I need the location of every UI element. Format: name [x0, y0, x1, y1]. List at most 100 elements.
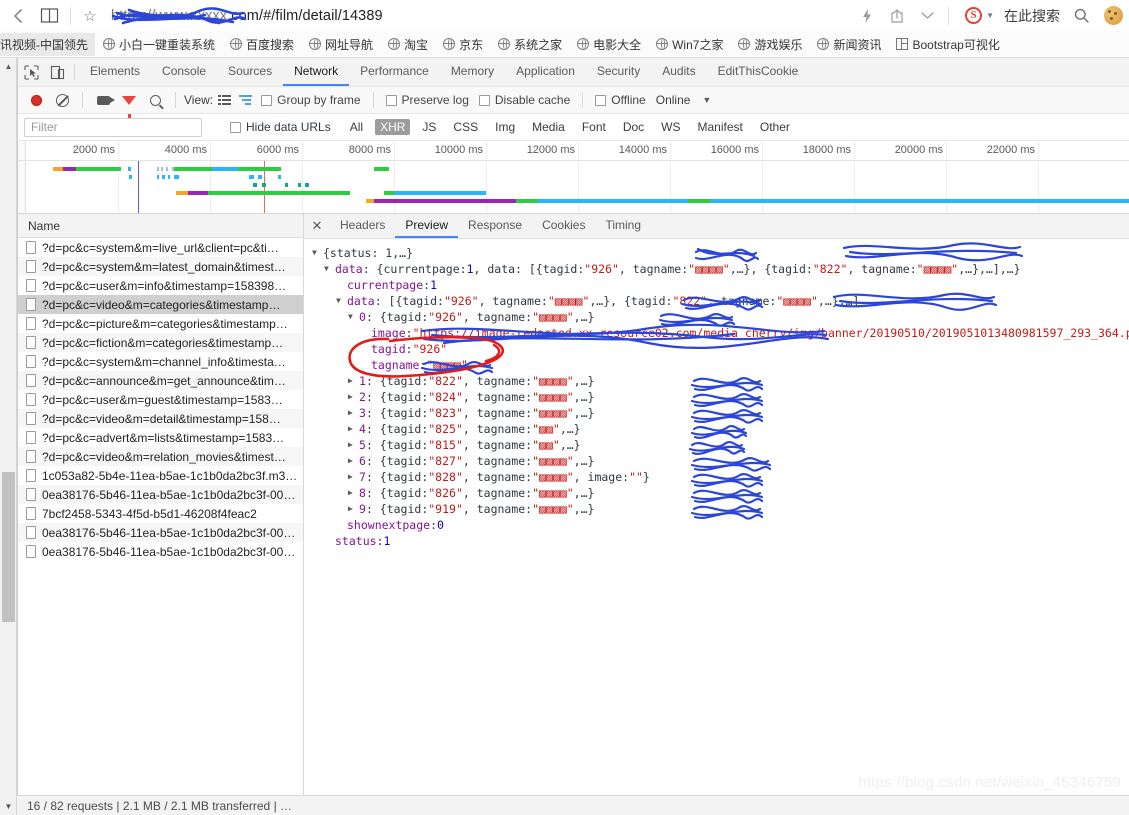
devtools-tab-elements[interactable]: Elements	[79, 58, 151, 86]
request-row[interactable]: ?d=pc&c=announce&m=get_announce&tim…	[18, 371, 303, 390]
search-icon[interactable]	[1064, 8, 1098, 23]
detail-tab-timing[interactable]: Timing	[595, 214, 651, 238]
devtools-tab-network[interactable]: Network	[283, 58, 350, 86]
json-line[interactable]: data: [{tagid: "926", tagname: "▨▨▨▨",…}…	[312, 293, 1129, 309]
json-line[interactable]: image: "https://image-redacted.xx-resour…	[312, 325, 1129, 341]
devtools-tab-application[interactable]: Application	[505, 58, 586, 86]
json-line[interactable]: {status: 1,…}	[312, 245, 1129, 261]
json-disclosure-triangle[interactable]	[348, 469, 359, 485]
checkbox[interactable]	[478, 94, 490, 106]
checkbox[interactable]	[595, 94, 607, 106]
json-line[interactable]: shownextpage: 0	[312, 517, 1129, 533]
waterfall-view-icon[interactable]	[236, 92, 255, 109]
preview-json-viewer[interactable]: {status: 1,…}data: {currentpage: 1, data…	[304, 239, 1129, 815]
json-disclosure-triangle[interactable]	[348, 485, 359, 501]
request-row[interactable]: ?d=pc&c=system&m=channel_info&timesta…	[18, 352, 303, 371]
request-row[interactable]: ?d=pc&c=system&m=latest_domain&timest…	[18, 257, 303, 276]
request-row[interactable]: ?d=pc&c=video&m=relation_movies&timest…	[18, 447, 303, 466]
group-by-frame-checkbox[interactable]: Group by frame	[257, 93, 364, 107]
cookie-icon[interactable]	[1104, 6, 1123, 25]
json-disclosure-triangle[interactable]	[348, 373, 359, 389]
back-arrow-icon[interactable]	[4, 3, 34, 29]
json-line[interactable]: 7: {tagid: "828", tagname: "▨▨▨▨", image…	[312, 469, 1129, 485]
preserve-log-checkbox[interactable]: Preserve log	[382, 93, 473, 107]
detail-tab-preview[interactable]: Preview	[395, 214, 459, 238]
json-disclosure-triangle[interactable]	[348, 309, 359, 325]
json-disclosure-triangle[interactable]	[348, 389, 359, 405]
filter-type-ws[interactable]: WS	[656, 119, 685, 135]
request-row[interactable]: 7bcf2458-5343-4f5d-b5d1-46208f4feac2	[18, 504, 303, 523]
devtools-tab-sources[interactable]: Sources	[217, 58, 283, 86]
filter-type-other[interactable]: Other	[755, 119, 795, 135]
request-row[interactable]: 0ea38176-5b46-11ea-b5ae-1c1b0da2bc3f-00…	[18, 542, 303, 561]
requests-column-header[interactable]: Name	[18, 214, 303, 238]
page-scrollbar[interactable]: ▲ ▼	[0, 58, 17, 815]
json-disclosure-triangle[interactable]	[324, 261, 335, 277]
json-line[interactable]: 0: {tagid: "926", tagname: "▨▨▨▨",…}	[312, 309, 1129, 325]
request-row[interactable]: ?d=pc&c=fiction&m=categories&timestamp…	[18, 333, 303, 352]
json-disclosure-triangle[interactable]	[348, 501, 359, 517]
requests-list[interactable]: ?d=pc&c=system&m=live_url&client=pc&ti…?…	[18, 238, 303, 815]
address-bar[interactable]: https://www.xxxxx.com/#/film/detail/1438…	[103, 3, 852, 29]
json-line[interactable]: status: 1	[312, 533, 1129, 549]
request-row[interactable]: 0ea38176-5b46-11ea-b5ae-1c1b0da2bc3f-00…	[18, 523, 303, 542]
sogou-search-box[interactable]: S ▼ 在此搜索	[955, 6, 1064, 26]
bookmark-item[interactable]: Win7之家	[648, 33, 730, 56]
disable-cache-checkbox[interactable]: Disable cache	[475, 93, 574, 107]
clear-icon[interactable]	[50, 93, 74, 107]
json-line[interactable]: 1: {tagid: "822", tagname: "▨▨▨▨",…}	[312, 373, 1129, 389]
devtools-tab-editthiscookie[interactable]: EditThisCookie	[707, 58, 810, 86]
network-timeline-overview[interactable]: 2000 ms 4000 ms 6000 ms 8000 ms 10000 ms 1200…	[18, 141, 1129, 214]
devtools-tab-memory[interactable]: Memory	[440, 58, 505, 86]
filter-type-js[interactable]: JS	[417, 119, 441, 135]
bookmark-item[interactable]: 百度搜索	[222, 33, 301, 56]
request-row[interactable]: ?d=pc&c=video&m=detail&timestamp=158…	[18, 409, 303, 428]
json-line[interactable]: 9: {tagid: "919", tagname: "▨▨▨▨",…}	[312, 501, 1129, 517]
checkbox[interactable]	[261, 94, 273, 106]
request-row[interactable]: ?d=pc&c=advert&m=lists&timestamp=1583…	[18, 428, 303, 447]
detail-tab-response[interactable]: Response	[458, 214, 532, 238]
share-icon[interactable]	[882, 3, 912, 29]
json-line[interactable]: currentpage: 1	[312, 277, 1129, 293]
filter-type-manifest[interactable]: Manifest	[693, 119, 748, 135]
lightning-icon[interactable]	[852, 3, 882, 29]
chevron-down-icon[interactable]: ▼	[986, 11, 994, 20]
request-row[interactable]: 1c053a82-5b4e-11ea-b5ae-1c1b0da2bc3f.m3…	[18, 466, 303, 485]
json-disclosure-triangle[interactable]	[312, 245, 323, 261]
json-disclosure-triangle[interactable]	[348, 405, 359, 421]
detail-tab-cookies[interactable]: Cookies	[532, 214, 595, 238]
json-line[interactable]: tagid: "926"	[312, 341, 1129, 357]
request-row[interactable]: ?d=pc&c=user&m=info&timestamp=158398…	[18, 276, 303, 295]
json-line[interactable]: 6: {tagid: "827", tagname: "▨▨▨▨",…}	[312, 453, 1129, 469]
close-icon[interactable]: ✕	[304, 214, 330, 238]
bookmark-item[interactable]: 小白一键重装系统	[95, 33, 222, 56]
bookmark-item[interactable]: 游戏娱乐	[730, 33, 809, 56]
json-line[interactable]: 4: {tagid: "825", tagname: "▨▨",…}	[312, 421, 1129, 437]
bookmark-item[interactable]: 讯视频-中国领先	[0, 32, 95, 56]
filter-icon[interactable]	[117, 95, 141, 118]
devtools-tab-console[interactable]: Console	[151, 58, 217, 86]
scroll-down-arrow[interactable]: ▼	[0, 798, 17, 815]
book-icon[interactable]	[34, 3, 64, 29]
json-line[interactable]: 2: {tagid: "824", tagname: "▨▨▨▨",…}	[312, 389, 1129, 405]
json-line[interactable]: 5: {tagid: "815", tagname: "▨▨",…}	[312, 437, 1129, 453]
hide-data-urls-checkbox[interactable]: Hide data URLs	[226, 120, 335, 134]
list-view-icon[interactable]	[215, 92, 234, 109]
bookmark-item[interactable]: 京东	[435, 33, 490, 56]
devtools-tab-performance[interactable]: Performance	[349, 58, 440, 86]
json-disclosure-triangle[interactable]	[348, 421, 359, 437]
inspect-cursor-icon[interactable]	[18, 58, 44, 86]
request-row[interactable]: ?d=pc&c=picture&m=categories&timestamp…	[18, 314, 303, 333]
request-row[interactable]: ?d=pc&c=user&m=guest&timestamp=1583…	[18, 390, 303, 409]
bookmark-item[interactable]: Bootstrap可视化	[888, 33, 1006, 56]
search-icon[interactable]	[143, 94, 167, 106]
json-disclosure-triangle[interactable]	[336, 293, 347, 309]
json-line[interactable]: 3: {tagid: "823", tagname: "▨▨▨▨",…}	[312, 405, 1129, 421]
throttling-select[interactable]: Online	[652, 93, 691, 107]
json-disclosure-triangle[interactable]	[348, 453, 359, 469]
devtools-tab-audits[interactable]: Audits	[651, 58, 706, 86]
offline-checkbox[interactable]: Offline	[591, 93, 649, 107]
request-row[interactable]: ?d=pc&c=video&m=categories&timestamp…	[18, 295, 303, 314]
filter-type-css[interactable]: CSS	[448, 119, 483, 135]
checkbox[interactable]	[230, 121, 241, 133]
